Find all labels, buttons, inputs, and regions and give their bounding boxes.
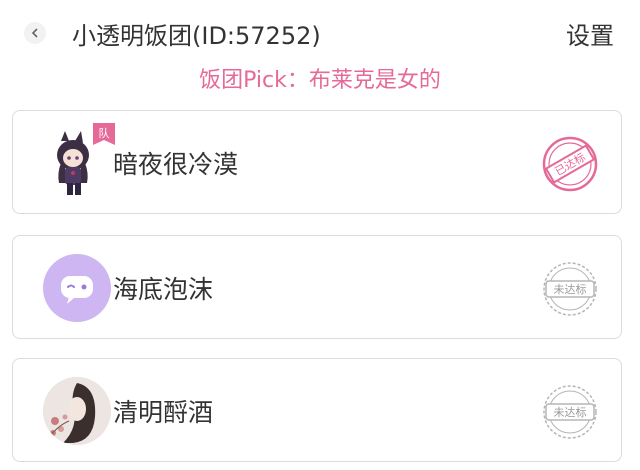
settings-button[interactable]: 设置	[566, 16, 614, 51]
member-card[interactable]: 队 暗夜很冷漠 已达标	[12, 110, 622, 214]
back-button[interactable]	[24, 22, 46, 44]
back-icon	[31, 28, 38, 38]
stamp-not-achieved: 未达标	[541, 260, 599, 318]
member-card[interactable]: 清明酹酒 未达标	[12, 358, 622, 462]
member-name: 海底泡沫	[113, 275, 214, 304]
avatar	[43, 254, 111, 322]
stamp-label: 未达标	[554, 282, 587, 296]
team-badge-label: 队	[99, 126, 110, 140]
member-name: 清明酹酒	[113, 398, 214, 427]
member-name: 暗夜很冷漠	[113, 150, 239, 179]
stamp-not-achieved: 未达标	[541, 383, 599, 441]
member-card[interactable]: 海底泡沫 未达标	[12, 235, 622, 339]
page-title: 小透明饭团(ID:57252)	[72, 22, 321, 50]
avatar	[43, 377, 111, 445]
stamp-achieved: 已达标	[541, 135, 599, 193]
team-badge: 队	[93, 123, 115, 149]
stamp-label: 未达标	[554, 405, 587, 419]
group-pick-text: 饭团Pick：布莱克是女的	[199, 68, 441, 93]
top-bar: 小透明饭团(ID:57252) 设置	[0, 0, 640, 64]
